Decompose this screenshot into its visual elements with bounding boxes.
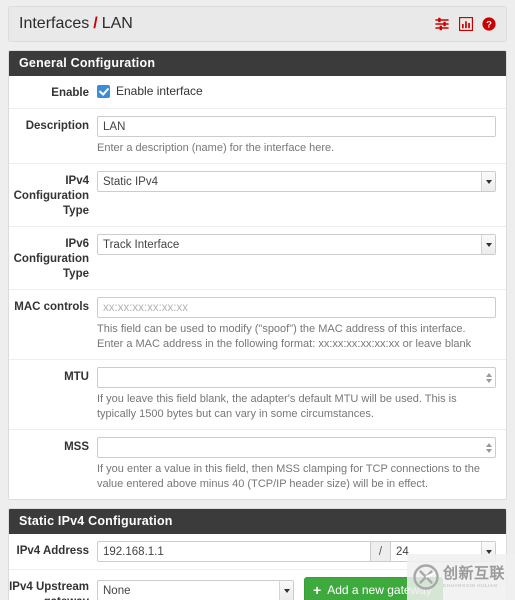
mac-controls-label: MAC controls [14, 301, 89, 313]
interface-config-page: Interfaces / LAN ? General Configuration… [0, 6, 515, 600]
mac-controls-help-line2: Enter a MAC address in the following for… [97, 338, 472, 350]
static-ipv4-configuration-body: IPv4 Address / IPv4 Upstream gateway [9, 534, 506, 600]
description-label: Description [25, 120, 89, 132]
ipv4-prefix-select-wrap [391, 541, 496, 562]
row-description: Description Enter a description (name) f… [9, 109, 506, 164]
row-enable: Enable Enable interface [9, 76, 506, 109]
enable-interface-checkbox-row[interactable]: Enable interface [97, 83, 496, 98]
ipv4-upstream-gateway-select[interactable] [97, 580, 294, 600]
mtu-input[interactable] [97, 367, 496, 388]
general-configuration-body: Enable Enable interface Description Ente… [9, 76, 506, 499]
ipv4-upstream-gateway-label: IPv4 Upstream gateway [9, 581, 89, 600]
breadcrumb-current: LAN [101, 15, 133, 32]
sliders-icon[interactable] [435, 17, 450, 31]
ipv4-upstream-gateway-select-wrap [97, 580, 294, 600]
description-input[interactable] [97, 116, 496, 137]
help-circle-icon[interactable]: ? [482, 17, 496, 31]
add-new-gateway-button[interactable]: + Add a new gateway [304, 577, 443, 600]
row-mac-controls: MAC controls This field can be used to m… [9, 290, 506, 360]
ipv4-address-label: IPv4 Address [16, 545, 89, 557]
enable-interface-checkbox[interactable] [97, 84, 110, 98]
ipv4-upstream-gateway-controls: + Add a new gateway [97, 577, 496, 600]
row-ipv4-upstream-gateway: IPv4 Upstream gateway + Add a new gatewa… [9, 570, 506, 600]
ipv4-prefix-select[interactable] [391, 541, 496, 562]
row-ipv4-address: IPv4 Address / [9, 534, 506, 570]
breadcrumb: Interfaces / LAN [19, 15, 133, 33]
mss-help: If you enter a value in this field, then… [97, 463, 480, 490]
description-help: Enter a description (name) for the inter… [97, 142, 335, 154]
bar-chart-icon[interactable] [459, 17, 473, 31]
mtu-help: If you leave this field blank, the adapt… [97, 393, 457, 420]
row-ipv6-config-type: IPv6 Configuration Type [9, 227, 506, 290]
ipv4-config-type-select[interactable] [97, 171, 496, 192]
breadcrumb-root[interactable]: Interfaces [19, 15, 89, 33]
mtu-input-wrap [97, 367, 496, 388]
plus-icon: + [313, 582, 322, 598]
mss-label: MSS [64, 441, 89, 453]
row-ipv4-config-type: IPv4 Configuration Type [9, 164, 506, 227]
ipv4-address-separator: / [371, 541, 391, 562]
ipv4-address-group: / [97, 541, 496, 562]
mtu-label: MTU [64, 371, 89, 383]
static-ipv4-configuration-title: Static IPv4 Configuration [9, 509, 506, 534]
general-configuration-title: General Configuration [9, 51, 506, 76]
ipv6-config-type-select[interactable] [97, 234, 496, 255]
ipv4-config-type-select-wrap [97, 171, 496, 192]
enable-interface-checkbox-label: Enable interface [116, 84, 203, 98]
row-mss: MSS If you enter a value in this field, … [9, 430, 506, 499]
add-new-gateway-button-label: Add a new gateway [327, 583, 432, 597]
breadcrumb-bar: Interfaces / LAN ? [8, 6, 507, 42]
enable-label: Enable [51, 87, 89, 99]
row-mtu: MTU If you leave this field blank, the a… [9, 360, 506, 430]
mss-input-wrap [97, 437, 496, 458]
general-configuration-panel: General Configuration Enable Enable inte… [8, 50, 507, 500]
svg-text:?: ? [486, 19, 492, 30]
ipv4-address-input[interactable] [97, 541, 371, 562]
ipv6-config-type-select-wrap [97, 234, 496, 255]
breadcrumb-separator: / [93, 15, 98, 32]
ipv4-config-type-label: IPv4 Configuration Type [13, 175, 89, 217]
ipv6-config-type-label: IPv6 Configuration Type [13, 238, 89, 280]
mss-input[interactable] [97, 437, 496, 458]
mac-controls-help-line1: This field can be used to modify ("spoof… [97, 323, 466, 335]
mac-controls-input[interactable] [97, 297, 496, 318]
static-ipv4-configuration-panel: Static IPv4 Configuration IPv4 Address / [8, 508, 507, 600]
header-icon-group: ? [435, 17, 496, 31]
